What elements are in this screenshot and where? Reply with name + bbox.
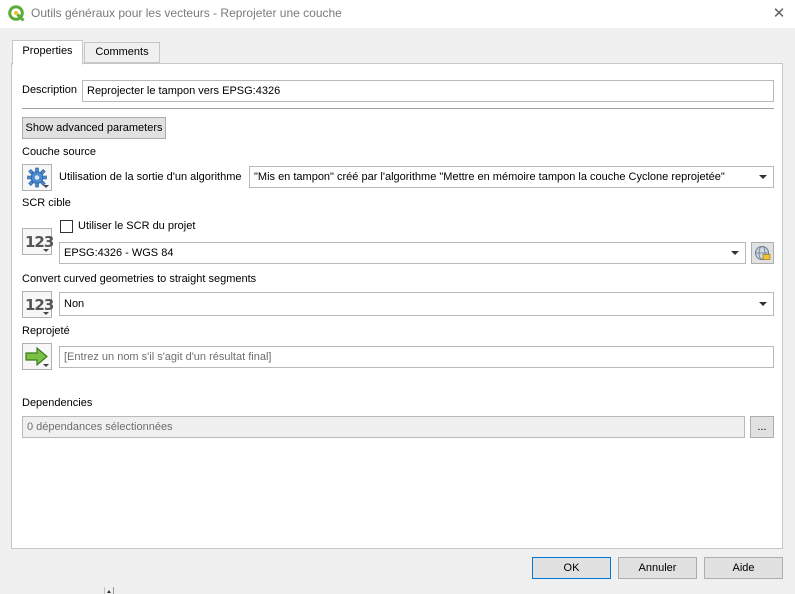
couche-source-value: "Mis en tampon" créé par l'algorithme "M… xyxy=(254,171,725,183)
dependencies-browse-button[interactable]: ... xyxy=(750,416,774,438)
scr-cible-label: SCR cible xyxy=(22,197,71,209)
help-button[interactable]: Aide xyxy=(704,557,783,579)
convert-curved-label: Convert curved geometries to straight se… xyxy=(22,273,257,285)
convert-curved-select[interactable]: Non xyxy=(59,292,774,316)
description-label: Description xyxy=(22,84,78,96)
scr-cible-select[interactable]: EPSG:4326 - WGS 84 xyxy=(59,242,746,264)
dropdown-indicator xyxy=(43,249,49,252)
dropdown-indicator xyxy=(43,185,49,188)
couche-source-select[interactable]: "Mis en tampon" créé par l'algorithme "M… xyxy=(249,166,774,188)
show-advanced-parameters-button[interactable]: Show advanced parameters xyxy=(22,117,166,139)
number-123-icon: 123 xyxy=(25,296,54,314)
chevron-down-icon xyxy=(759,302,767,306)
close-icon[interactable]: ✕ xyxy=(768,4,790,24)
window-title: Outils généraux pour les vecteurs - Repr… xyxy=(31,6,342,20)
dependencies-field: 0 dépendances sélectionnées xyxy=(22,416,745,438)
resize-grip-icon xyxy=(104,587,114,594)
scr-cible-mode-button[interactable]: 123 xyxy=(22,228,54,255)
qgis-logo-icon xyxy=(8,5,25,22)
dropdown-indicator xyxy=(43,364,49,367)
tab-properties[interactable]: Properties xyxy=(12,40,83,65)
convert-curved-value: Non xyxy=(64,298,85,310)
title-bar: Outils généraux pour les vecteurs - Repr… xyxy=(0,0,795,28)
input-mode-button[interactable] xyxy=(22,164,52,191)
tab-comments[interactable]: Comments xyxy=(84,42,160,63)
separator xyxy=(22,108,774,109)
convert-curved-mode-button[interactable]: 123 xyxy=(22,291,54,318)
couche-source-label: Couche source xyxy=(22,146,96,158)
output-mode-button[interactable] xyxy=(22,343,52,370)
chevron-down-icon xyxy=(731,251,739,255)
chevron-down-icon xyxy=(759,175,767,179)
crs-selector-button[interactable] xyxy=(751,242,774,264)
description-field[interactable]: Reprojecter le tampon vers EPSG:4326 xyxy=(82,80,774,102)
dependencies-label: Dependencies xyxy=(22,397,93,409)
reprojete-label: Reprojeté xyxy=(22,325,70,337)
couche-source-mode-label: Utilisation de la sortie d'un algorithme xyxy=(59,171,242,183)
crs-globe-icon xyxy=(755,246,771,260)
use-project-crs-checkbox[interactable] xyxy=(60,220,73,233)
scr-cible-value: EPSG:4326 - WGS 84 xyxy=(64,247,174,259)
reprojete-output-field[interactable]: [Entrez un nom s'il s'agit d'un résultat… xyxy=(59,346,774,368)
number-123-icon: 123 xyxy=(25,233,54,251)
dropdown-indicator xyxy=(43,312,49,315)
cancel-button[interactable]: Annuler xyxy=(618,557,697,579)
ok-button[interactable]: OK xyxy=(532,557,611,579)
use-project-crs-label: Utiliser le SCR du projet xyxy=(78,220,196,232)
properties-panel: Description Reprojecter le tampon vers E… xyxy=(11,63,783,549)
